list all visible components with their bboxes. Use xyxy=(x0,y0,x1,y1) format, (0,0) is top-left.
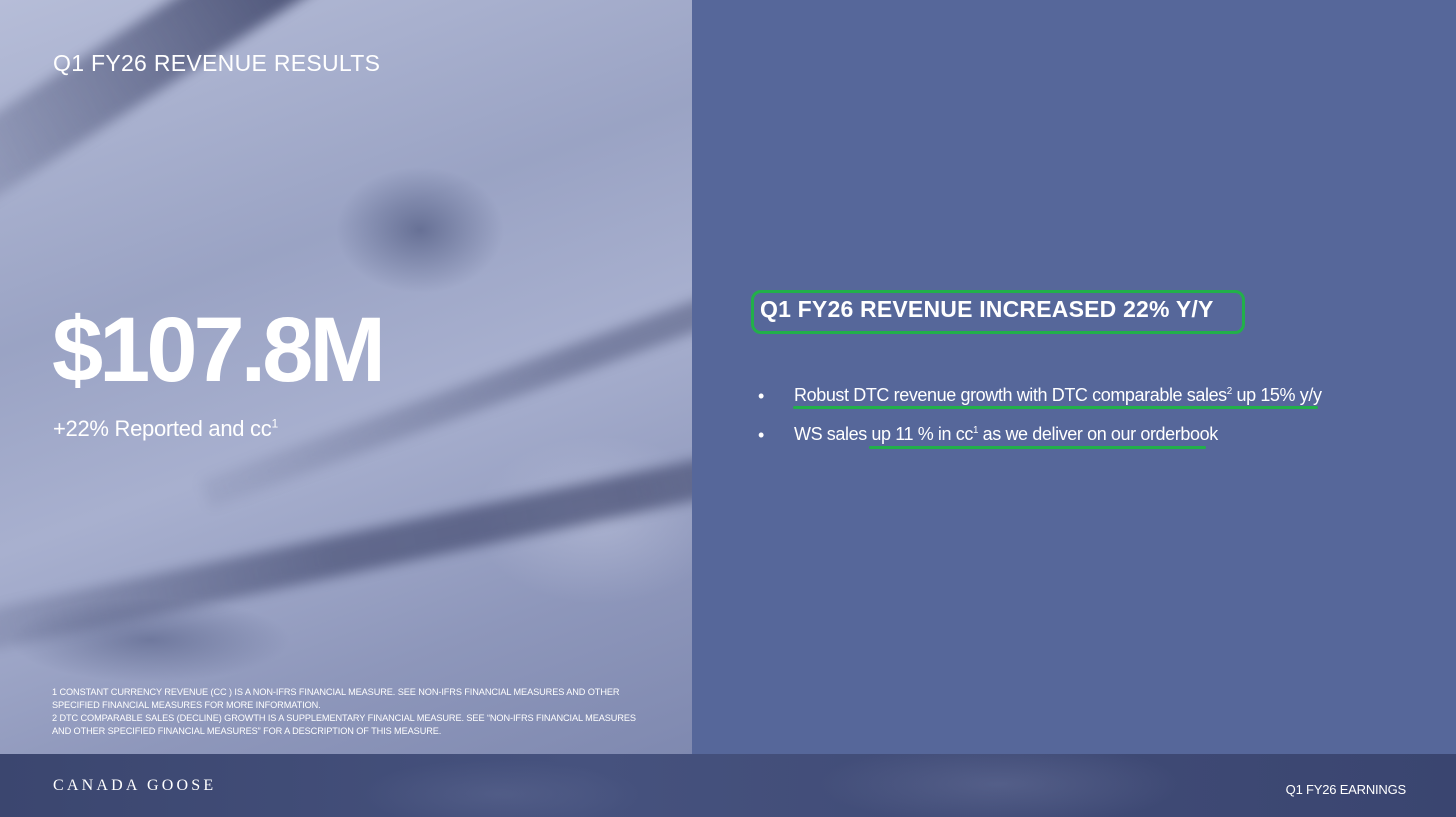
bullet-text: WS sales up 11 % in cc xyxy=(794,424,973,444)
footnote-ref: 1 xyxy=(271,416,278,431)
bullet-marker: • xyxy=(758,425,765,445)
bullet-text: Robust DTC revenue growth with DTC compa… xyxy=(794,385,1227,405)
footnotes: 1 CONSTANT CURRENCY REVENUE (CC ) IS A N… xyxy=(52,686,652,738)
growth-subtitle: +22% Reported and cc1 xyxy=(53,416,278,442)
highlight-underline xyxy=(793,406,1318,409)
footer-label: Q1 FY26 EARNINGS xyxy=(1285,782,1407,797)
bullet-item: Robust DTC revenue growth with DTC compa… xyxy=(794,385,1322,406)
hero-image-panel: Q1 FY26 REVENUE RESULTS $107.8M +22% Rep… xyxy=(0,0,692,754)
revenue-figure: $107.8M xyxy=(52,299,386,401)
brand-logo: CANADA GOOSE xyxy=(53,777,217,794)
highlight-underline xyxy=(869,446,1206,449)
slide-title: Q1 FY26 REVENUE RESULTS xyxy=(53,50,381,76)
footnote-1: 1 CONSTANT CURRENCY REVENUE (CC ) IS A N… xyxy=(52,687,620,710)
bullet-text: as we deliver on our orderbook xyxy=(978,424,1219,444)
bullet-item: WS sales up 11 % in cc1 as we deliver on… xyxy=(794,424,1218,445)
background-texture xyxy=(0,0,692,209)
bullet-marker: • xyxy=(758,386,765,406)
footnote-2: 2 DTC COMPARABLE SALES (DECLINE) GROWTH … xyxy=(52,713,636,736)
highlights-heading: Q1 FY26 REVENUE INCREASED 22% Y/Y xyxy=(760,296,1214,322)
footer-bar: CANADA GOOSE Q1 FY26 EARNINGS xyxy=(0,754,1456,817)
bullet-text: up 15% y/y xyxy=(1231,385,1322,405)
growth-text: +22% Reported and cc xyxy=(53,416,272,441)
